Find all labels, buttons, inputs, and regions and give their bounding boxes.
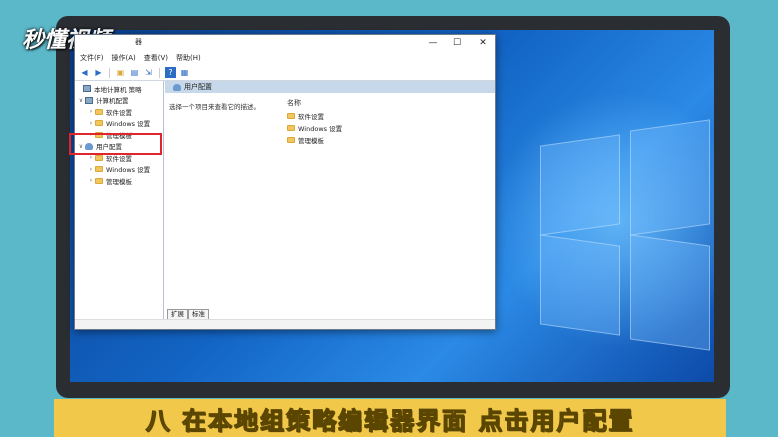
tree-label: 软件设置 — [106, 108, 132, 117]
chevron-right-icon[interactable]: › — [87, 108, 95, 115]
tree-label: 本地计算机 策略 — [94, 85, 142, 94]
folder-icon — [287, 137, 295, 143]
list-item-label: Windows 设置 — [298, 125, 343, 133]
menu-action[interactable]: 操作(A) — [112, 53, 136, 63]
column-header-name[interactable]: 名称 — [287, 98, 301, 108]
folder-icon — [287, 113, 295, 119]
maximize-button[interactable]: ☐ — [447, 36, 467, 50]
chevron-right-icon[interactable]: › — [87, 154, 95, 161]
folder-up-icon[interactable]: ▣ — [115, 67, 126, 78]
chevron-right-icon[interactable]: › — [87, 120, 95, 127]
folder-icon — [95, 166, 103, 173]
window-body: 本地计算机 策略 ∨ 计算机配置 › 软件设置 › Windows 设置 › 管… — [75, 81, 495, 319]
policy-icon — [83, 85, 91, 93]
tab-extended[interactable]: 扩展 — [167, 309, 188, 319]
window-titlebar[interactable]: 器 — ☐ ✕ — [75, 35, 495, 51]
list-item-label: 软件设置 — [298, 113, 324, 121]
toolbar-separator — [109, 67, 110, 78]
window-title: 器 — [135, 38, 142, 46]
details-header: 用户配置 — [165, 81, 495, 93]
chevron-down-icon[interactable]: ∨ — [77, 97, 85, 104]
details-title: 用户配置 — [184, 83, 212, 91]
annotation-highlight-box — [69, 133, 162, 155]
forward-arrow-icon[interactable]: ▶ — [93, 67, 104, 78]
folder-icon — [287, 125, 295, 131]
list-item-label: 管理模板 — [298, 137, 324, 145]
menu-file[interactable]: 文件(F) — [80, 53, 104, 63]
tree-item-user-windows-settings[interactable]: › Windows 设置 — [75, 164, 163, 176]
menu-help[interactable]: 帮助(H) — [176, 53, 201, 63]
close-button[interactable]: ✕ — [473, 36, 493, 50]
folder-icon — [95, 108, 103, 115]
computer-icon — [85, 96, 93, 104]
tree-item-computer-config[interactable]: ∨ 计算机配置 — [75, 95, 163, 107]
tab-standard[interactable]: 标准 — [188, 309, 209, 319]
tree-item-windows-settings[interactable]: › Windows 设置 — [75, 118, 163, 130]
folder-icon — [95, 120, 103, 127]
back-arrow-icon[interactable]: ◀ — [79, 67, 90, 78]
toolbar-separator — [159, 67, 160, 78]
tree-label: Windows 设置 — [106, 120, 151, 129]
tree-item-user-admin-templates[interactable]: › 管理模板 — [75, 175, 163, 187]
chevron-right-icon[interactable]: › — [87, 166, 95, 173]
folder-icon — [95, 154, 103, 161]
properties-icon[interactable]: ▦ — [179, 67, 190, 78]
tree-item-software-settings[interactable]: › 软件设置 — [75, 106, 163, 118]
toolbar: ◀ ▶ ▣ ▤ ⇲ ? ▦ — [75, 65, 495, 81]
tree-label: Windows 设置 — [106, 166, 151, 175]
list-item[interactable]: 软件设置 — [287, 111, 324, 121]
menu-view[interactable]: 查看(V) — [144, 53, 168, 63]
caption-text: 八 在本地组策略编辑器界面 点击用户配置 — [145, 406, 635, 435]
folder-icon — [95, 177, 103, 184]
tree-label: 计算机配置 — [96, 97, 129, 106]
view-tabs: 扩展 标准 — [165, 307, 209, 319]
menu-bar: 文件(F) 操作(A) 查看(V) 帮助(H) — [75, 51, 495, 65]
tree-label: 管理模板 — [106, 177, 132, 186]
list-item[interactable]: Windows 设置 — [287, 123, 342, 133]
export-list-icon[interactable]: ⇲ — [143, 67, 154, 78]
status-bar — [75, 319, 495, 329]
details-pane: 用户配置 选择一个项目来查看它的描述。 名称 软件设置 Windows 设置 管… — [165, 81, 495, 319]
description-text: 选择一个项目来查看它的描述。 — [169, 103, 260, 111]
user-icon — [173, 83, 181, 91]
show-hide-tree-icon[interactable]: ▤ — [129, 67, 140, 78]
group-policy-editor-window: 器 — ☐ ✕ 文件(F) 操作(A) 查看(V) 帮助(H) ◀ ▶ ▣ ▤ … — [74, 34, 496, 330]
tree-item-root[interactable]: 本地计算机 策略 — [75, 83, 163, 95]
tree-pane: 本地计算机 策略 ∨ 计算机配置 › 软件设置 › Windows 设置 › 管… — [75, 81, 164, 319]
help-icon[interactable]: ? — [165, 67, 176, 78]
minimize-button[interactable]: — — [423, 36, 443, 50]
caption-bar: 八 在本地组策略编辑器界面 点击用户配置 — [54, 399, 726, 437]
list-item[interactable]: 管理模板 — [287, 135, 324, 145]
chevron-right-icon[interactable]: › — [87, 177, 95, 184]
